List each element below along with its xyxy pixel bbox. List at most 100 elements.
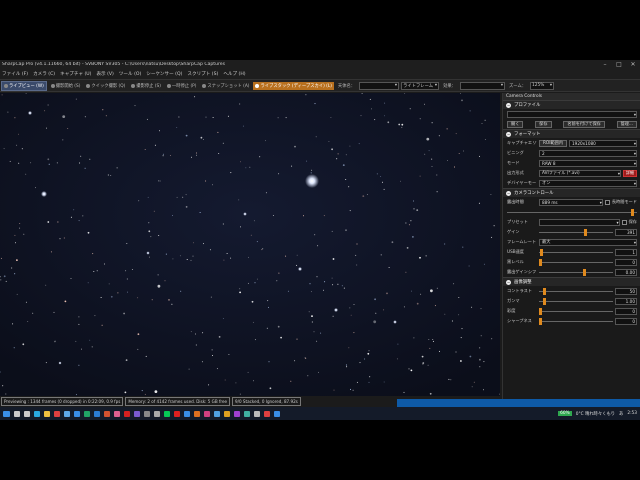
saturation-row: 彩度 0: [503, 306, 640, 316]
maximize-button[interactable]: □: [612, 61, 626, 68]
roi-button[interactable]: ROI範囲内: [539, 139, 568, 147]
excel-icon[interactable]: [84, 410, 90, 417]
saturation-slider[interactable]: [539, 307, 613, 315]
app-icon[interactable]: [234, 410, 240, 417]
pause-button[interactable]: 一時停止 (P): [165, 82, 199, 90]
gamma-value[interactable]: 1.00: [615, 297, 637, 305]
quick-capture-button[interactable]: クイック撮影 (Q): [84, 82, 127, 90]
battery-indicator[interactable]: 60%: [558, 411, 572, 416]
minimize-button[interactable]: –: [598, 61, 612, 68]
preset-select[interactable]: ▾: [539, 218, 620, 226]
chevron-down-icon: ▾: [633, 111, 636, 117]
ime-indicator[interactable]: あ: [619, 411, 623, 417]
clock[interactable]: 2:53: [627, 411, 637, 416]
menu-help[interactable]: ヘルプ (H): [223, 71, 245, 77]
edge-icon[interactable]: [34, 410, 40, 417]
manage-profile-button[interactable]: 管理...: [616, 120, 637, 128]
windows-icon[interactable]: [3, 410, 10, 417]
effect-select[interactable]: ▾: [459, 81, 505, 90]
word-icon[interactable]: [94, 410, 100, 417]
autogain-slider[interactable]: [539, 268, 613, 276]
menu-capture[interactable]: キャプチャ (U): [60, 71, 91, 77]
target-name-select[interactable]: ▾: [359, 81, 400, 90]
binning-select[interactable]: 2 ▾: [539, 149, 637, 157]
app-icon[interactable]: [264, 410, 270, 417]
saturation-value[interactable]: 0: [615, 307, 637, 315]
settings-icon[interactable]: [154, 410, 160, 417]
format-section-header[interactable]: − フォーマット: [503, 129, 640, 138]
weather-widget[interactable]: 0°C 晴れ時々くもり: [576, 411, 615, 417]
frame-type-select[interactable]: ライトフレーム ▾: [401, 81, 440, 90]
contrast-value[interactable]: 50: [615, 287, 637, 295]
sharpness-value[interactable]: 0: [615, 317, 637, 325]
app-icon[interactable]: [134, 410, 140, 417]
chrome-icon[interactable]: [54, 410, 60, 417]
long-exposure-checkbox[interactable]: [604, 199, 610, 205]
black-level-value[interactable]: 0: [615, 258, 637, 266]
output-format-label: 出力形式: [507, 170, 524, 175]
exposure-slider[interactable]: [507, 208, 637, 216]
open-profile-button[interactable]: 開く: [507, 120, 524, 128]
search-icon[interactable]: [14, 410, 20, 417]
store-icon[interactable]: [64, 410, 70, 417]
camera-preview[interactable]: [0, 93, 500, 396]
close-button[interactable]: ✕: [626, 61, 640, 68]
app-icon[interactable]: [244, 410, 250, 417]
live-stack-button[interactable]: ライブスタック (ディープスカイ) (L): [253, 81, 334, 90]
output-format-select[interactable]: AVIファイル (*.avi) ▾: [539, 169, 621, 177]
capture-area-select[interactable]: 1920x1080 ▾: [569, 139, 637, 147]
output-format-detail-button[interactable]: 詳細: [623, 169, 637, 177]
stop-capture-button[interactable]: 撮影停止 (S): [129, 82, 163, 90]
profile-select[interactable]: ▾: [507, 110, 637, 118]
menu-sequencer[interactable]: シーケンサー (Q): [146, 71, 182, 77]
frame-rate-select[interactable]: 最大 ▾: [539, 238, 637, 246]
profile-section-header[interactable]: − プロファイル: [503, 100, 640, 109]
zoom-value: 125%: [532, 83, 545, 88]
menu-file[interactable]: ファイル (F): [2, 71, 28, 77]
camera-section-header[interactable]: − カメラコントロール: [503, 188, 640, 197]
mode-select[interactable]: RAW 8 ▾: [539, 159, 637, 167]
app-icon[interactable]: [184, 410, 190, 417]
save-profile-button[interactable]: 保存: [535, 120, 552, 128]
start-capture-button[interactable]: 撮影開始 (S): [49, 82, 83, 90]
powerpoint-icon[interactable]: [104, 410, 110, 417]
menu-scripting[interactable]: スクリプト (S): [187, 71, 218, 77]
mail-icon[interactable]: [74, 410, 80, 417]
autogain-value[interactable]: 0.00: [615, 268, 637, 276]
app-icon[interactable]: [224, 410, 230, 417]
line-icon[interactable]: [164, 410, 170, 417]
sharpcap-icon[interactable]: [254, 410, 260, 417]
camera-app-icon[interactable]: [144, 410, 150, 417]
save-as-profile-button[interactable]: 名前を付けて保存: [563, 120, 605, 128]
gain-slider[interactable]: [539, 228, 613, 236]
gamma-slider[interactable]: [539, 297, 613, 305]
usb-slider[interactable]: [539, 248, 613, 256]
pause-icon: [166, 83, 171, 88]
youtube-icon[interactable]: [174, 410, 180, 417]
debayer-select[interactable]: オン ▾: [539, 179, 637, 187]
exposure-select[interactable]: 889 ms ▾: [539, 198, 603, 206]
acrobat-icon[interactable]: [124, 410, 130, 417]
photos-icon[interactable]: [114, 410, 120, 417]
live-view-button[interactable]: ライブビュー (W): [1, 80, 47, 91]
gain-value[interactable]: 391: [615, 228, 637, 236]
folder-icon[interactable]: [44, 410, 50, 417]
sharpness-slider[interactable]: [539, 317, 613, 325]
task-view-icon[interactable]: [24, 410, 30, 417]
snapshot-button[interactable]: スナップショット (A): [200, 82, 251, 90]
usb-value[interactable]: 1: [615, 248, 637, 256]
window-title: SharpCap Pro (v4.1.11660, 64 bit) - SVBO…: [2, 62, 226, 67]
black-level-slider[interactable]: [539, 258, 613, 266]
app-icon[interactable]: [274, 410, 280, 417]
zoom-select[interactable]: 125% ▾: [530, 81, 555, 90]
app-icon[interactable]: [204, 410, 210, 417]
app-icon[interactable]: [214, 410, 220, 417]
menu-view[interactable]: 表示 (V): [96, 71, 113, 77]
contrast-slider[interactable]: [539, 287, 613, 295]
app-icon[interactable]: [194, 410, 200, 417]
menu-camera[interactable]: カメラ (C): [33, 71, 55, 77]
format-section-title: フォーマット: [514, 132, 541, 137]
menu-tools[interactable]: ツール (O): [119, 71, 141, 77]
preset-save-checkbox[interactable]: [621, 219, 627, 225]
image-section-header[interactable]: − 画像調整: [503, 277, 640, 286]
